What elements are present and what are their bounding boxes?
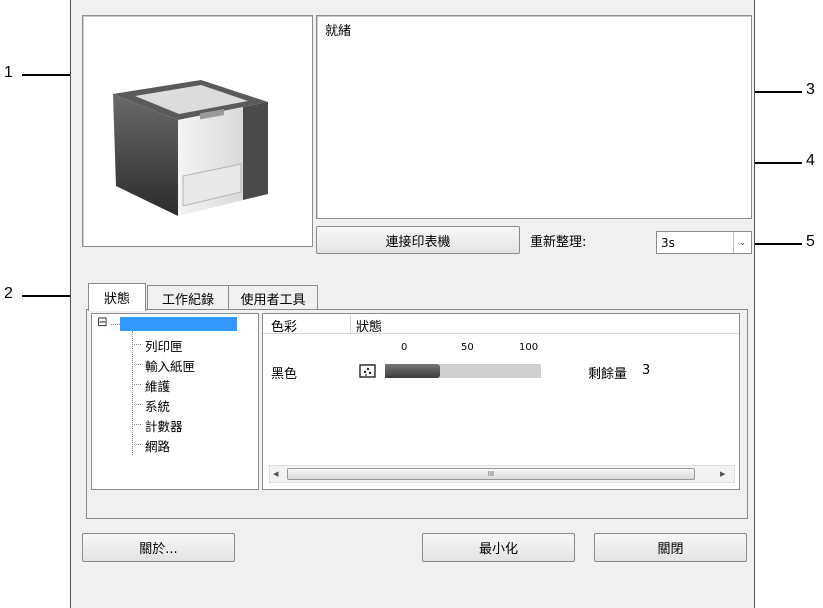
refresh-label: 重新整理:	[530, 235, 587, 250]
tree-item-input-tray[interactable]: 輸入紙匣	[145, 356, 195, 375]
callout-5: 5	[806, 233, 815, 250]
toner-icon	[359, 364, 376, 378]
horizontal-scrollbar[interactable]: ◂ III ▸	[269, 465, 735, 483]
printer-image-panel	[82, 15, 313, 247]
list-header: 色彩 狀態	[263, 314, 739, 335]
scrollbar-grip-icon: III	[487, 470, 495, 478]
toner-level-fill	[385, 364, 440, 378]
tree-selected-node[interactable]	[120, 317, 237, 331]
callout-3: 3	[806, 81, 815, 98]
tab-job-log-label: 工作紀錄	[161, 292, 214, 308]
scrollbar-thumb[interactable]: III	[287, 468, 695, 480]
remaining-label: 剩餘量	[588, 367, 628, 382]
scroll-left-arrow-icon[interactable]: ◂	[273, 467, 279, 480]
tree-view[interactable]: ⊟ 列印匣 輸入紙匣 維護 系統 計數器 網路	[91, 313, 259, 490]
tree-item-counter[interactable]: 計數器	[145, 416, 183, 435]
tree-collapse-icon[interactable]: ⊟	[97, 315, 108, 330]
table-row[interactable]: 黑色 剩餘量 3	[263, 358, 739, 384]
refresh-interval-select[interactable]: 3s ⌄	[656, 231, 752, 254]
tree-item-system[interactable]: 系統	[145, 396, 170, 415]
chevron-down-icon[interactable]: ⌄	[733, 232, 751, 253]
tab-status[interactable]: 狀態	[88, 283, 146, 311]
tab-user-tools-label: 使用者工具	[240, 292, 306, 308]
tab-user-tools[interactable]: 使用者工具	[228, 285, 318, 310]
status-text: 就緒	[325, 24, 352, 39]
scale-label-100: 100	[519, 342, 539, 353]
callout-2: 2	[4, 285, 13, 302]
column-header-color[interactable]: 色彩	[271, 316, 297, 335]
printer-icon	[113, 80, 268, 216]
tree-item-maintenance[interactable]: 維護	[145, 376, 170, 395]
tab-job-log[interactable]: 工作紀錄	[147, 285, 229, 310]
tree-item-cartridges[interactable]: 列印匣	[145, 336, 183, 355]
callout-4: 4	[806, 152, 815, 169]
close-button[interactable]: 關閉	[594, 533, 747, 562]
toner-color-label: 黑色	[271, 367, 298, 382]
status-message-panel: 就緒	[316, 15, 752, 219]
column-header-status[interactable]: 狀態	[356, 316, 382, 335]
minimize-button[interactable]: 最小化	[422, 533, 575, 562]
scroll-right-arrow-icon[interactable]: ▸	[720, 467, 726, 480]
toner-level-bar	[385, 364, 541, 378]
refresh-interval-value: 3s	[661, 235, 675, 250]
about-button[interactable]: 關於...	[82, 533, 235, 562]
tab-status-label: 狀態	[103, 292, 130, 307]
scale-label-50: 50	[461, 342, 474, 353]
scale-label-0: 0	[401, 342, 408, 353]
tree-item-network[interactable]: 網路	[145, 436, 170, 455]
connect-printer-button[interactable]: 連接印表機	[316, 226, 520, 254]
callout-1: 1	[4, 64, 13, 81]
remaining-value: 3	[642, 363, 651, 378]
consumables-list-view: 色彩 狀態 0 50 100 黑色 剩餘量 3 ◂ III ▸	[262, 313, 740, 490]
